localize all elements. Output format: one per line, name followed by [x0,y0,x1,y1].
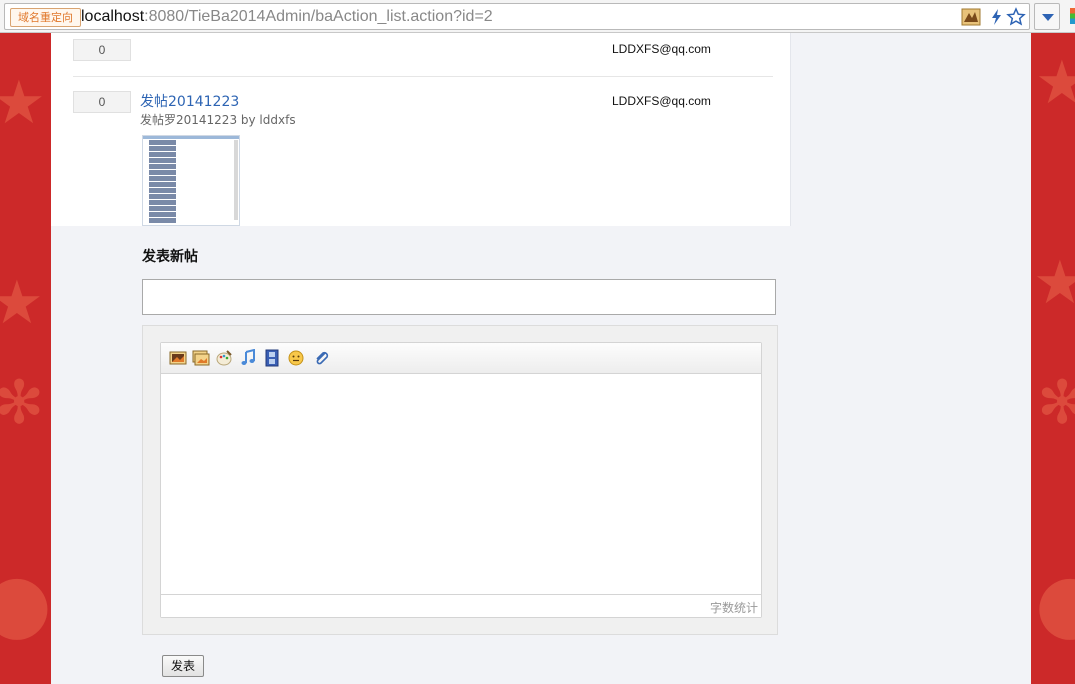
post-thumbnail[interactable] [142,135,240,226]
snowflake-decoration-icon: ✻ [1037,368,1075,438]
editor-frame: 字数统计 [142,325,778,635]
star-decoration-icon: ★ [1035,48,1075,118]
author-email: LDDXFS@qq.com [612,94,711,108]
reply-count: 0 [73,39,131,61]
post-subtitle: 发帖罗20141223 by lddxfs [140,113,296,127]
editor-status-bar: 字数统计 [161,594,761,617]
new-post-heading: 发表新帖 [142,249,198,265]
address-bar[interactable]: 域名重定向 localhost:8080/TieBa2014Admin/baAc… [4,3,1030,30]
browser-toolbar: 域名重定向 localhost:8080/TieBa2014Admin/baAc… [0,0,1075,33]
extension-edge-icon [1070,8,1075,24]
music-icon[interactable] [239,349,257,367]
url-host: localhost [81,8,145,25]
snowflake-decoration-icon: ✻ [0,368,45,438]
submit-post-button[interactable]: 发表 [162,655,204,677]
emoticon-icon[interactable] [287,349,305,367]
author-email: LDDXFS@qq.com [612,42,711,56]
url-text[interactable]: localhost:8080/TieBa2014Admin/baAction_l… [81,7,493,27]
star-decoration-icon: ★ [1033,248,1075,318]
video-icon[interactable] [263,349,281,367]
post-title-input[interactable] [142,279,776,315]
rich-text-editor: 字数统计 [160,342,762,618]
editor-toolbar [161,343,761,374]
post-divider [73,76,773,77]
star-decoration-icon: ★ [0,68,46,138]
multi-image-icon[interactable] [192,349,210,367]
url-path: :8080/TieBa2014Admin/baAction_list.actio… [144,8,493,25]
main-content: 0 LDDXFS@qq.com 0 发帖20141223 发帖罗20141223… [51,33,1031,684]
reply-count: 0 [73,91,131,113]
paint-icon[interactable] [215,349,233,367]
redirect-badge[interactable]: 域名重定向 [10,8,81,27]
image-icon[interactable] [169,349,187,367]
lightning-icon[interactable] [987,7,1007,27]
post-list: 0 LDDXFS@qq.com 0 发帖20141223 发帖罗20141223… [51,33,791,226]
attachment-icon[interactable] [313,349,331,367]
star-icon[interactable] [1006,7,1026,27]
background-left: ★ ★ ✻ ● [0,33,51,684]
ornament-decoration-icon: ● [1035,556,1075,649]
menu-dropdown-icon[interactable] [1034,3,1060,30]
post-title-link[interactable]: 发帖20141223 [140,91,239,111]
extension-icon[interactable] [961,7,981,27]
word-count-label: 字数统计 [709,601,758,615]
ornament-decoration-icon: ● [0,556,51,649]
star-decoration-icon: ★ [0,268,44,338]
editor-content-area[interactable] [161,375,761,594]
background-right: ★ ★ ✻ ● [1031,33,1075,684]
